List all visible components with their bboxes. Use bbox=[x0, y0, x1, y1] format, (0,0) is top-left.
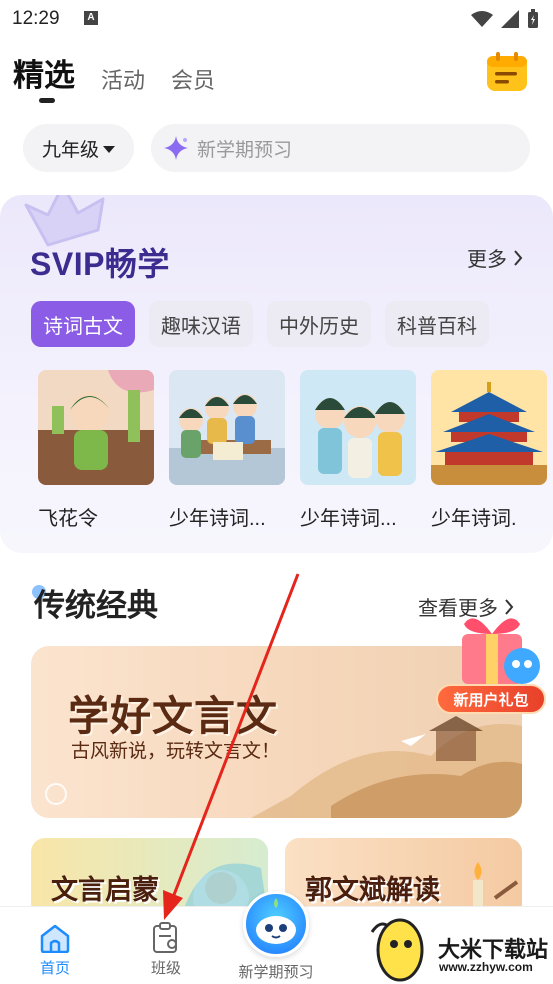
caret-down-icon bbox=[103, 145, 115, 153]
course-name: 少年诗词... bbox=[300, 508, 397, 530]
battery-icon bbox=[528, 9, 538, 28]
watermark-logo bbox=[370, 918, 424, 982]
wifi-icon bbox=[471, 11, 493, 27]
new-user-gift[interactable]: 新用户礼包 bbox=[434, 604, 548, 716]
nav-class[interactable]: 班级 bbox=[126, 921, 206, 978]
sparkle-icon bbox=[164, 136, 188, 160]
signal-icon bbox=[501, 10, 519, 28]
nav-class-label: 班级 bbox=[150, 960, 181, 977]
tab-activities[interactable]: 活动 bbox=[101, 63, 145, 95]
svip-more-link[interactable]: 更多 bbox=[467, 243, 523, 272]
course-thumbnail bbox=[431, 370, 547, 485]
home-icon bbox=[40, 924, 70, 953]
banner-subtitle: 古风新说，玩转文言文！ bbox=[71, 741, 281, 762]
svip-section: SVIP畅学 更多 诗词古文 趣味汉语 中外历史 科普百科 飞花令 少年诗词..… bbox=[0, 195, 553, 553]
system-icons bbox=[471, 9, 539, 29]
calendar-icon[interactable] bbox=[486, 52, 528, 92]
top-tabs: 精选 活动 会员 bbox=[13, 50, 215, 103]
banner-title: 学好文言文 bbox=[68, 693, 278, 739]
course-card[interactable]: 少年诗词. bbox=[431, 370, 547, 531]
chevron-right-icon bbox=[514, 249, 523, 266]
watermark-url: www.zzhyw.com bbox=[439, 960, 533, 974]
mascot-icon[interactable] bbox=[243, 891, 309, 957]
chip-chinese[interactable]: 趣味汉语 bbox=[149, 301, 253, 347]
gift-box-icon bbox=[462, 618, 540, 684]
course-name: 少年诗词. bbox=[431, 508, 517, 530]
tab-membership[interactable]: 会员 bbox=[171, 63, 215, 95]
course-card[interactable]: 少年诗词... bbox=[169, 370, 285, 531]
status-bar: 12:29 A bbox=[0, 0, 553, 38]
mascot-face bbox=[256, 898, 296, 944]
traditional-title: 传统经典 bbox=[34, 588, 158, 623]
search-placeholder: 新学期预习 bbox=[197, 139, 293, 161]
watermark: 大米下载站 www.zzhyw.com bbox=[368, 910, 553, 984]
grade-label: 九年级 bbox=[41, 139, 99, 161]
search-bar[interactable]: 新学期预习 bbox=[151, 124, 530, 172]
course-thumbnail bbox=[169, 370, 285, 485]
notification-icon: A bbox=[84, 11, 98, 25]
course-thumbnail bbox=[300, 370, 416, 485]
course-card-title: 文言启蒙 bbox=[51, 875, 159, 905]
course-card-title: 郭文斌解读 bbox=[305, 875, 440, 905]
nav-preview-label[interactable]: 新学期预习 bbox=[226, 961, 326, 982]
nav-home-label: 首页 bbox=[39, 960, 70, 977]
course-name: 飞花令 bbox=[38, 508, 98, 530]
gift-label: 新用户礼包 bbox=[436, 684, 546, 714]
play-icon[interactable] bbox=[45, 783, 67, 805]
chip-science[interactable]: 科普百科 bbox=[385, 301, 489, 347]
svip-more-label: 更多 bbox=[467, 249, 507, 271]
course-thumbnail bbox=[38, 370, 154, 485]
grade-selector[interactable]: 九年级 bbox=[23, 124, 134, 172]
svip-course-list: 飞花令 少年诗词... 少年诗词... 少年诗词. bbox=[38, 370, 547, 531]
nav-home[interactable]: 首页 bbox=[15, 921, 95, 978]
class-icon bbox=[153, 922, 177, 953]
chip-poetry[interactable]: 诗词古文 bbox=[31, 301, 135, 347]
svip-chips: 诗词古文 趣味汉语 中外历史 科普百科 bbox=[31, 301, 489, 347]
chip-history[interactable]: 中外历史 bbox=[267, 301, 371, 347]
course-card[interactable]: 少年诗词... bbox=[300, 370, 416, 531]
svip-title: SVIP畅学 bbox=[30, 246, 170, 282]
status-time: 12:29 bbox=[12, 8, 60, 29]
tab-featured[interactable]: 精选 bbox=[13, 50, 75, 103]
course-name: 少年诗词... bbox=[169, 508, 266, 530]
course-card[interactable]: 飞花令 bbox=[38, 370, 154, 531]
